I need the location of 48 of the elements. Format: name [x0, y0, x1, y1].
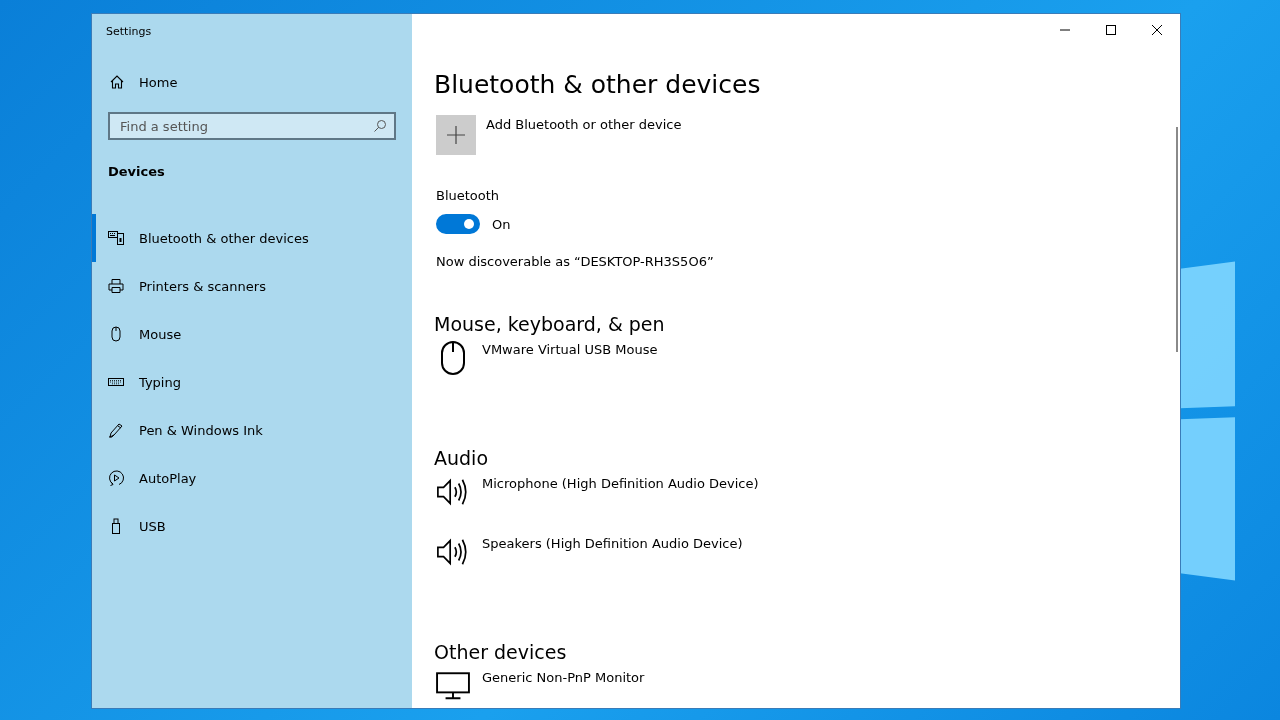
window-title: Settings — [105, 24, 153, 40]
sidebar-item-label: Bluetooth & other devices — [139, 230, 309, 246]
home-label: Home — [139, 74, 178, 90]
sidebar-item[interactable]: AutoPlay — [92, 454, 412, 502]
mouse-icon — [108, 326, 124, 342]
device-item[interactable]: Speakers (High Definition Audio Device) — [436, 535, 1180, 595]
add-device-label: Add Bluetooth or other device — [486, 117, 682, 132]
sidebar-item[interactable]: Typing — [92, 358, 412, 406]
sidebar-item[interactable]: Pen & Windows Ink — [92, 406, 412, 454]
search-field[interactable]: Find a setting — [108, 112, 396, 140]
sidebar-item[interactable]: Printers & scanners — [92, 262, 412, 310]
printer-icon — [108, 278, 124, 294]
autoplay-icon — [108, 470, 124, 486]
keyboard-device-icon — [108, 230, 124, 246]
sidebar-item[interactable]: Mouse — [92, 310, 412, 358]
bluetooth-toggle[interactable] — [436, 214, 480, 234]
device-name: Generic Non-PnP Monitor — [482, 670, 645, 685]
add-device-button[interactable]: Add Bluetooth or other device — [436, 115, 1180, 155]
home-nav-item[interactable]: Home — [109, 74, 412, 90]
sidebar-item-label: USB — [139, 518, 166, 534]
discoverable-text: Now discoverable as “DESKTOP-RH3S5O6” — [436, 254, 715, 269]
page-title: Bluetooth & other devices — [434, 70, 762, 99]
group-heading: Mouse, keyboard, & pen — [434, 313, 666, 335]
device-name: Microphone (High Definition Audio Device) — [482, 476, 759, 491]
section-heading: Devices — [108, 164, 166, 179]
toggle-state-text: On — [492, 216, 511, 232]
group-heading: Other devices — [434, 641, 568, 663]
sidebar-item-label: Printers & scanners — [139, 278, 266, 294]
sidebar-item-label: Typing — [139, 374, 181, 390]
maximize-icon — [1106, 25, 1116, 35]
device-item[interactable]: Generic Non-PnP Monitor — [436, 669, 1180, 708]
home-icon — [109, 74, 125, 90]
pen-icon — [108, 422, 124, 438]
sidebar-item[interactable]: USB — [92, 502, 412, 550]
device-item[interactable]: VMware Virtual USB Mouse — [436, 341, 1180, 401]
sidebar-item-label: Pen & Windows Ink — [139, 422, 263, 438]
plus-icon — [436, 115, 476, 155]
sidebar-item[interactable]: Bluetooth & other devices — [92, 214, 412, 262]
scrollbar-thumb[interactable] — [1176, 127, 1178, 352]
sidebar-item-label: AutoPlay — [139, 470, 197, 486]
close-icon — [1152, 25, 1162, 35]
device-item[interactable]: Microphone (High Definition Audio Device) — [436, 475, 1180, 535]
bluetooth-label: Bluetooth — [436, 188, 501, 203]
device-name: Speakers (High Definition Audio Device) — [482, 536, 743, 551]
device-name: VMware Virtual USB Mouse — [482, 342, 658, 357]
sidebar-item-label: Mouse — [139, 326, 182, 342]
group-heading: Audio — [434, 447, 489, 469]
search-icon — [373, 119, 387, 133]
